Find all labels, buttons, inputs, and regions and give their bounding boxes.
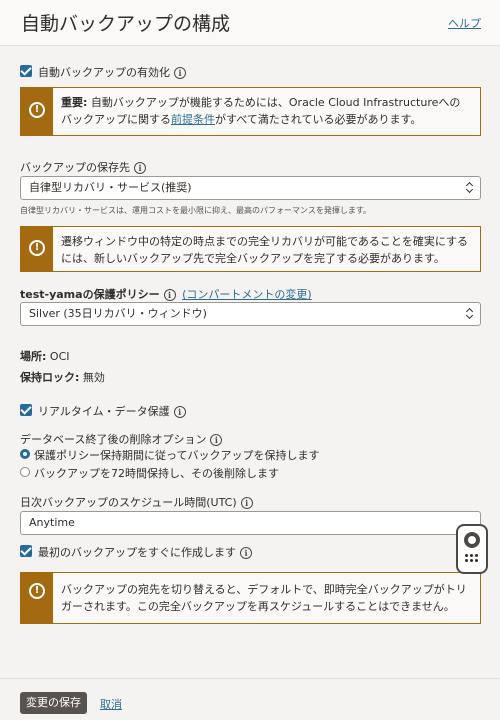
save-changes-button[interactable]: 変更の保存 [20,692,87,714]
schedule-label-row: 日次バックアップのスケジュール時間(UTC) i [20,494,253,510]
warning-text-part2: がすべて満たされている必要があります。 [215,113,422,126]
info-icon[interactable]: i [134,162,146,174]
info-icon[interactable]: i [240,547,252,559]
page-title: 自動バックアップの構成 [21,13,231,35]
schedule-label: 日次バックアップのスケジュール時間(UTC) [20,496,237,509]
retention-lock-value: 無効 [82,371,105,384]
warning-icon: ! [29,102,45,118]
help-widget[interactable] [456,524,488,574]
switch-destination-warning: ! バックアップの宛先を切り替えると、デフォルトで、即時完全バックアップがトリガ… [20,572,481,624]
recovery-warning: ! 遷移ウィンドウ中の特定の時点までの完全リカバリが可能であることを確実にするに… [20,226,481,272]
info-icon[interactable]: i [173,406,186,418]
first-backup-checkbox[interactable] [20,545,32,557]
deletion-option-label: データベース終了後の削除オプション [20,433,207,446]
panel-footer: 変更の保存 取消 [0,678,500,720]
warning-icon: ! [29,583,45,599]
schedule-time-value: Anytime [29,516,75,529]
backup-destination-label-row: バックアップの保存先 i [20,159,146,175]
chevron-updown-icon [466,181,473,195]
info-icon[interactable]: i [240,497,253,509]
backup-destination-select[interactable]: 自律型リカバリ・サービス(推奨) [20,176,481,200]
cancel-link[interactable]: 取消 [100,696,122,712]
info-icon[interactable]: i [174,67,186,79]
change-compartment-link[interactable]: (コンパートメントの変更) [182,288,312,301]
protection-policy-value: Silver (35日リカバリ・ウィンドウ) [29,307,207,320]
backup-destination-label: バックアップの保存先 [20,161,130,174]
chevron-updown-icon [466,307,473,321]
info-icon[interactable]: i [210,434,223,446]
schedule-time-input[interactable]: Anytime [20,511,481,535]
protection-policy-select[interactable]: Silver (35日リカバリ・ウィンドウ) [20,302,481,326]
realtime-protection-row: リアルタイム・データ保護 i [38,403,186,419]
panel-header: 自動バックアップの構成 ヘルプ [0,0,500,46]
realtime-protection-checkbox[interactable] [20,404,32,416]
help-link[interactable]: ヘルプ [448,15,481,31]
grid-dots-icon [465,554,481,566]
first-backup-label: 最初のバックアップをすぐに作成します [38,546,236,559]
switch-destination-warning-text: バックアップの宛先を切り替えると、デフォルトで、即時完全バックアップがトリガーさ… [61,583,467,613]
enable-backup-label: 自動バックアップの有効化 [38,66,170,79]
retention-lock-label: 保持ロック: [20,371,80,384]
prerequisite-warning: ! 重要: 自動バックアップが機能するためには、Oracle Cloud Inf… [20,87,481,136]
protection-policy-label: test-yamaの保護ポリシー [20,288,160,301]
info-icon[interactable]: i [163,289,176,301]
recovery-warning-text: 遷移ウィンドウ中の特定の時点までの完全リカバリが可能であることを確実にするには、… [61,235,468,265]
deletion-option-label-72h[interactable]: バックアップを72時間保持し、その後削除します [34,465,279,481]
retention-lock-row: 保持ロック: 無効 [20,369,105,385]
prerequisites-link[interactable]: 前提条件 [171,113,215,126]
deletion-option-radio-retain[interactable] [20,449,30,459]
warning-bar: ! [21,88,53,135]
warning-bar: ! [21,573,53,623]
protection-policy-label-row: test-yamaの保護ポリシー i (コンパートメントの変更) [20,286,312,302]
backup-destination-helper: 自律型リカバリ・サービスは、運用コストを最小限に抑え、最高のパフォーマンスを発揮… [20,206,372,215]
enable-backup-checkbox[interactable] [20,65,32,77]
deletion-option-label-retain[interactable]: 保護ポリシー保持期間に従ってバックアップを保持します [34,447,319,463]
first-backup-row: 最初のバックアップをすぐに作成します i [38,544,252,560]
enable-backup-row: 自動バックアップの有効化 i [38,64,186,80]
location-label: 場所: [20,350,47,363]
warning-emphasis: 重要: [61,96,88,109]
lifebuoy-icon [464,532,480,548]
warning-bar: ! [21,227,53,271]
warning-icon: ! [29,240,45,256]
location-value: OCI [49,350,70,363]
deletion-option-radio-72h[interactable] [20,467,30,477]
deletion-option-label-row: データベース終了後の削除オプション i [20,431,223,447]
backup-destination-value: 自律型リカバリ・サービス(推奨) [29,181,192,194]
prerequisite-warning-text: 重要: 自動バックアップが機能するためには、Oracle Cloud Infra… [61,94,470,128]
location-row: 場所: OCI [20,348,70,364]
realtime-protection-label: リアルタイム・データ保護 [38,405,170,418]
